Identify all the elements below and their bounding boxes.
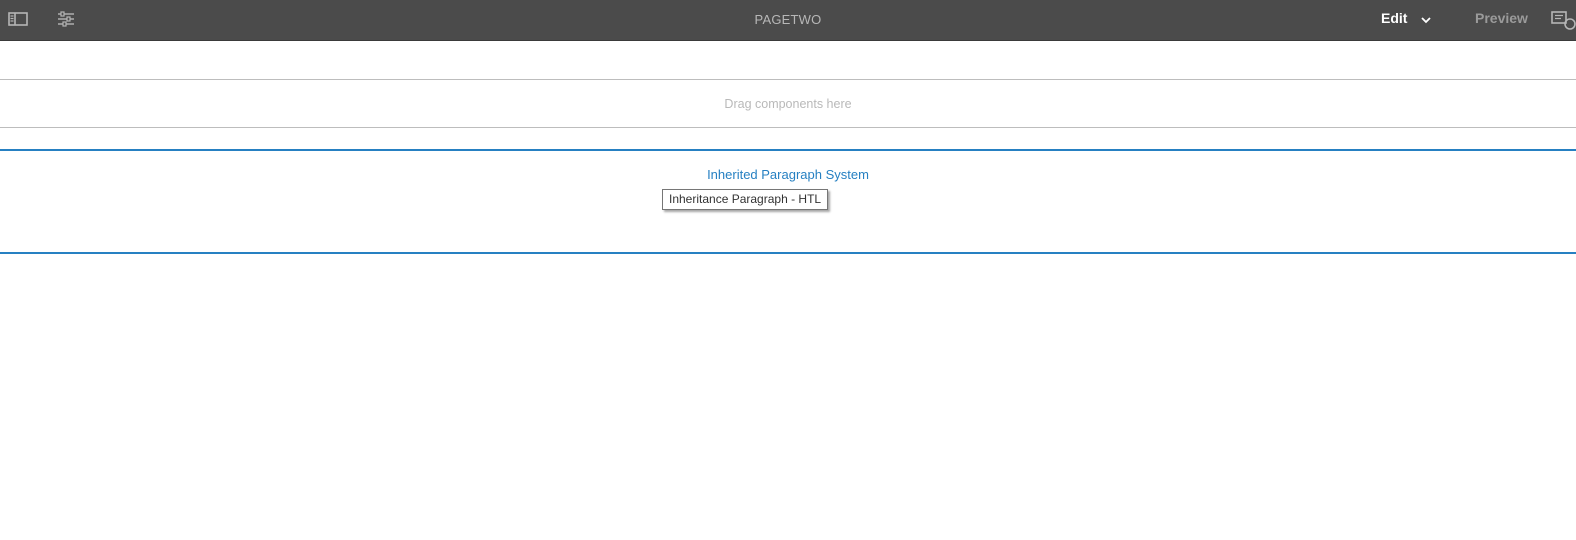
annotations-button[interactable] xyxy=(1550,9,1576,31)
component-tooltip: Inheritance Paragraph - HTL xyxy=(662,189,829,210)
parsys-drop-zone[interactable]: Drag components here xyxy=(0,79,1576,128)
chevron-down-icon xyxy=(1421,17,1431,24)
editor-toolbar: PAGETWO Edit Preview xyxy=(0,0,1576,41)
drop-placeholder: Drag components here xyxy=(724,96,852,111)
edit-mode-button[interactable]: Edit xyxy=(1381,10,1407,26)
inherited-paragraph-system[interactable]: Inherited Paragraph System Inheritance P… xyxy=(0,149,1576,254)
preview-mode-button[interactable]: Preview xyxy=(1475,10,1528,26)
mode-dropdown-button[interactable] xyxy=(1419,13,1433,27)
page-title: PAGETWO xyxy=(754,12,822,27)
annotations-icon xyxy=(1551,11,1576,30)
inherited-paragraph-title: Inherited Paragraph System xyxy=(707,167,869,182)
